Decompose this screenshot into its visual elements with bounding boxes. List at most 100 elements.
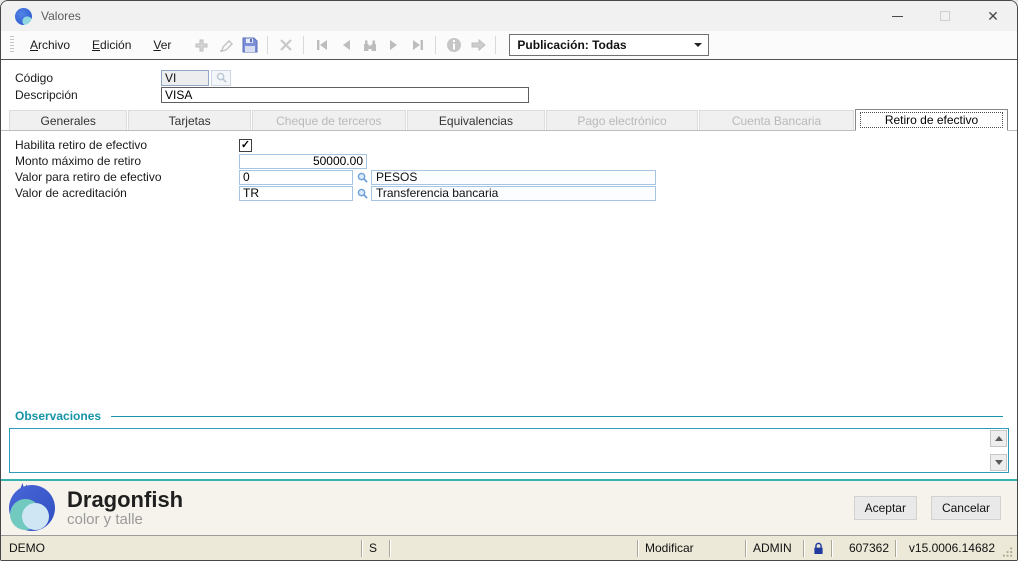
observaciones-textarea[interactable] <box>10 429 989 472</box>
next-record-icon <box>384 36 403 55</box>
statusbar-divider <box>389 540 391 557</box>
tab-tarjetas[interactable]: Tarjetas <box>128 110 250 130</box>
scroll-track[interactable] <box>990 447 1007 454</box>
monto-row: Monto máximo de retiro <box>15 153 1003 169</box>
tabstrip: Generales Tarjetas Cheque de terceros Eq… <box>1 109 1017 131</box>
logo-circle-light <box>22 503 49 530</box>
valor-retiro-row: Valor para retiro de efectivo PESOS <box>15 169 1003 185</box>
edit-icon <box>216 36 235 55</box>
check-icon: ✓ <box>241 140 250 151</box>
cancelar-button[interactable]: Cancelar <box>931 496 1001 520</box>
close-button[interactable]: ✕ <box>969 1 1017 31</box>
descripcion-row: Descripción <box>15 86 1003 103</box>
publication-value: Publicación: Todas <box>517 38 626 52</box>
valor-retiro-lookup-icon[interactable] <box>354 170 370 185</box>
arrow-up-icon <box>995 436 1003 441</box>
codigo-row: Código <box>15 69 1003 86</box>
menu-edicion[interactable]: Edición <box>81 34 142 56</box>
codigo-lookup-button <box>211 70 231 86</box>
arrow-down-icon <box>995 460 1003 465</box>
menubar: Archivo Edición Ver <box>1 31 1017 60</box>
statusbar-flag: S <box>363 541 389 555</box>
toolbar <box>192 36 499 55</box>
tab-cheque-de-terceros: Cheque de terceros <box>252 110 406 130</box>
observaciones-header: Observaciones <box>9 409 1009 428</box>
brand-name: Dragonfish <box>67 488 183 512</box>
scroll-up-button[interactable] <box>990 430 1007 447</box>
dragonfish-logo <box>9 485 55 531</box>
titlebar: Valores ✕ <box>1 1 1017 31</box>
statusbar-database: DEMO <box>3 541 361 555</box>
descripcion-input[interactable] <box>161 87 529 103</box>
statusbar-user: ADMIN <box>747 541 803 555</box>
footer-buttons: Aceptar Cancelar <box>854 496 1001 520</box>
monto-label: Monto máximo de retiro <box>15 154 239 168</box>
tab-pago-electronico: Pago electrónico <box>546 110 698 130</box>
valor-acreditacion-descripcion: Transferencia bancaria <box>371 186 656 201</box>
tab-generales[interactable]: Generales <box>9 110 127 130</box>
valor-retiro-input[interactable] <box>239 170 353 185</box>
observaciones-rule <box>111 416 1003 417</box>
window-controls: ✕ <box>873 1 1017 31</box>
tab-cuenta-bancaria: Cuenta Bancaria <box>699 110 854 130</box>
tab-equivalencias[interactable]: Equivalencias <box>407 110 545 130</box>
brand-text: Dragonfish color y talle <box>67 488 183 529</box>
monto-input[interactable] <box>239 154 367 169</box>
observaciones-section: Observaciones <box>1 409 1017 479</box>
statusbar-mode: Modificar <box>639 541 745 555</box>
valor-acreditacion-input[interactable] <box>239 186 353 201</box>
window-title: Valores <box>41 9 81 23</box>
toolbar-divider <box>303 36 304 54</box>
toolbar-grip[interactable] <box>10 36 14 54</box>
scroll-down-button[interactable] <box>990 454 1007 471</box>
maximize-icon <box>940 11 950 21</box>
descripcion-label: Descripción <box>15 88 161 102</box>
habilita-checkbox[interactable]: ✓ <box>239 139 252 152</box>
add-icon <box>192 36 211 55</box>
chevron-down-icon <box>694 43 702 47</box>
maximize-button <box>921 1 969 31</box>
habilita-label: Habilita retiro de efectivo <box>15 138 239 152</box>
statusbar-version: v15.0006.14682 <box>897 541 1001 555</box>
find-icon <box>360 36 379 55</box>
delete-icon <box>276 36 295 55</box>
valores-window: Valores ✕ Archivo Edición Ver <box>0 0 1018 561</box>
previous-record-icon <box>336 36 355 55</box>
statusbar: DEMO S Modificar ADMIN 607362 v15.0006.1… <box>1 535 1017 560</box>
toolbar-divider <box>267 36 268 54</box>
habilita-row: Habilita retiro de efectivo ✓ <box>15 137 1003 153</box>
codigo-label: Código <box>15 71 161 85</box>
close-icon: ✕ <box>987 9 999 23</box>
last-record-icon <box>408 36 427 55</box>
app-logo-icon <box>15 8 32 25</box>
valor-acreditacion-row: Valor de acreditación Transferencia banc… <box>15 185 1003 201</box>
aceptar-button[interactable]: Aceptar <box>854 496 917 520</box>
header-form: Código Descripción <box>1 60 1017 109</box>
publication-dropdown[interactable]: Publicación: Todas <box>509 34 709 56</box>
forward-icon <box>468 36 487 55</box>
statusbar-record-number: 607362 <box>833 541 895 555</box>
valor-acreditacion-lookup-icon[interactable] <box>354 186 370 201</box>
first-record-icon <box>312 36 331 55</box>
tab-retiro-de-efectivo[interactable]: Retiro de efectivo <box>855 109 1008 131</box>
menu-archivo[interactable]: Archivo <box>19 34 81 56</box>
toolbar-divider <box>435 36 436 54</box>
resize-grip[interactable] <box>1001 536 1015 560</box>
menu-ver[interactable]: Ver <box>142 34 182 56</box>
info-icon <box>444 36 463 55</box>
toolbar-divider <box>495 36 496 54</box>
valor-acreditacion-label: Valor de acreditación <box>15 186 239 200</box>
lock-icon <box>805 542 831 555</box>
save-icon[interactable] <box>240 36 259 55</box>
observaciones-scrollbar <box>989 429 1008 472</box>
minimize-icon <box>892 16 903 17</box>
minimize-button[interactable] <box>873 1 921 31</box>
empty-area <box>1 201 1017 409</box>
valor-retiro-label: Valor para retiro de efectivo <box>15 170 239 184</box>
codigo-input <box>161 70 209 86</box>
footer: Dragonfish color y talle Aceptar Cancela… <box>1 479 1017 535</box>
brand-tagline: color y talle <box>67 512 183 529</box>
valor-retiro-descripcion: PESOS <box>371 170 656 185</box>
retiro-tab-panel: Habilita retiro de efectivo ✓ Monto máxi… <box>1 131 1017 201</box>
observaciones-box <box>9 428 1009 473</box>
